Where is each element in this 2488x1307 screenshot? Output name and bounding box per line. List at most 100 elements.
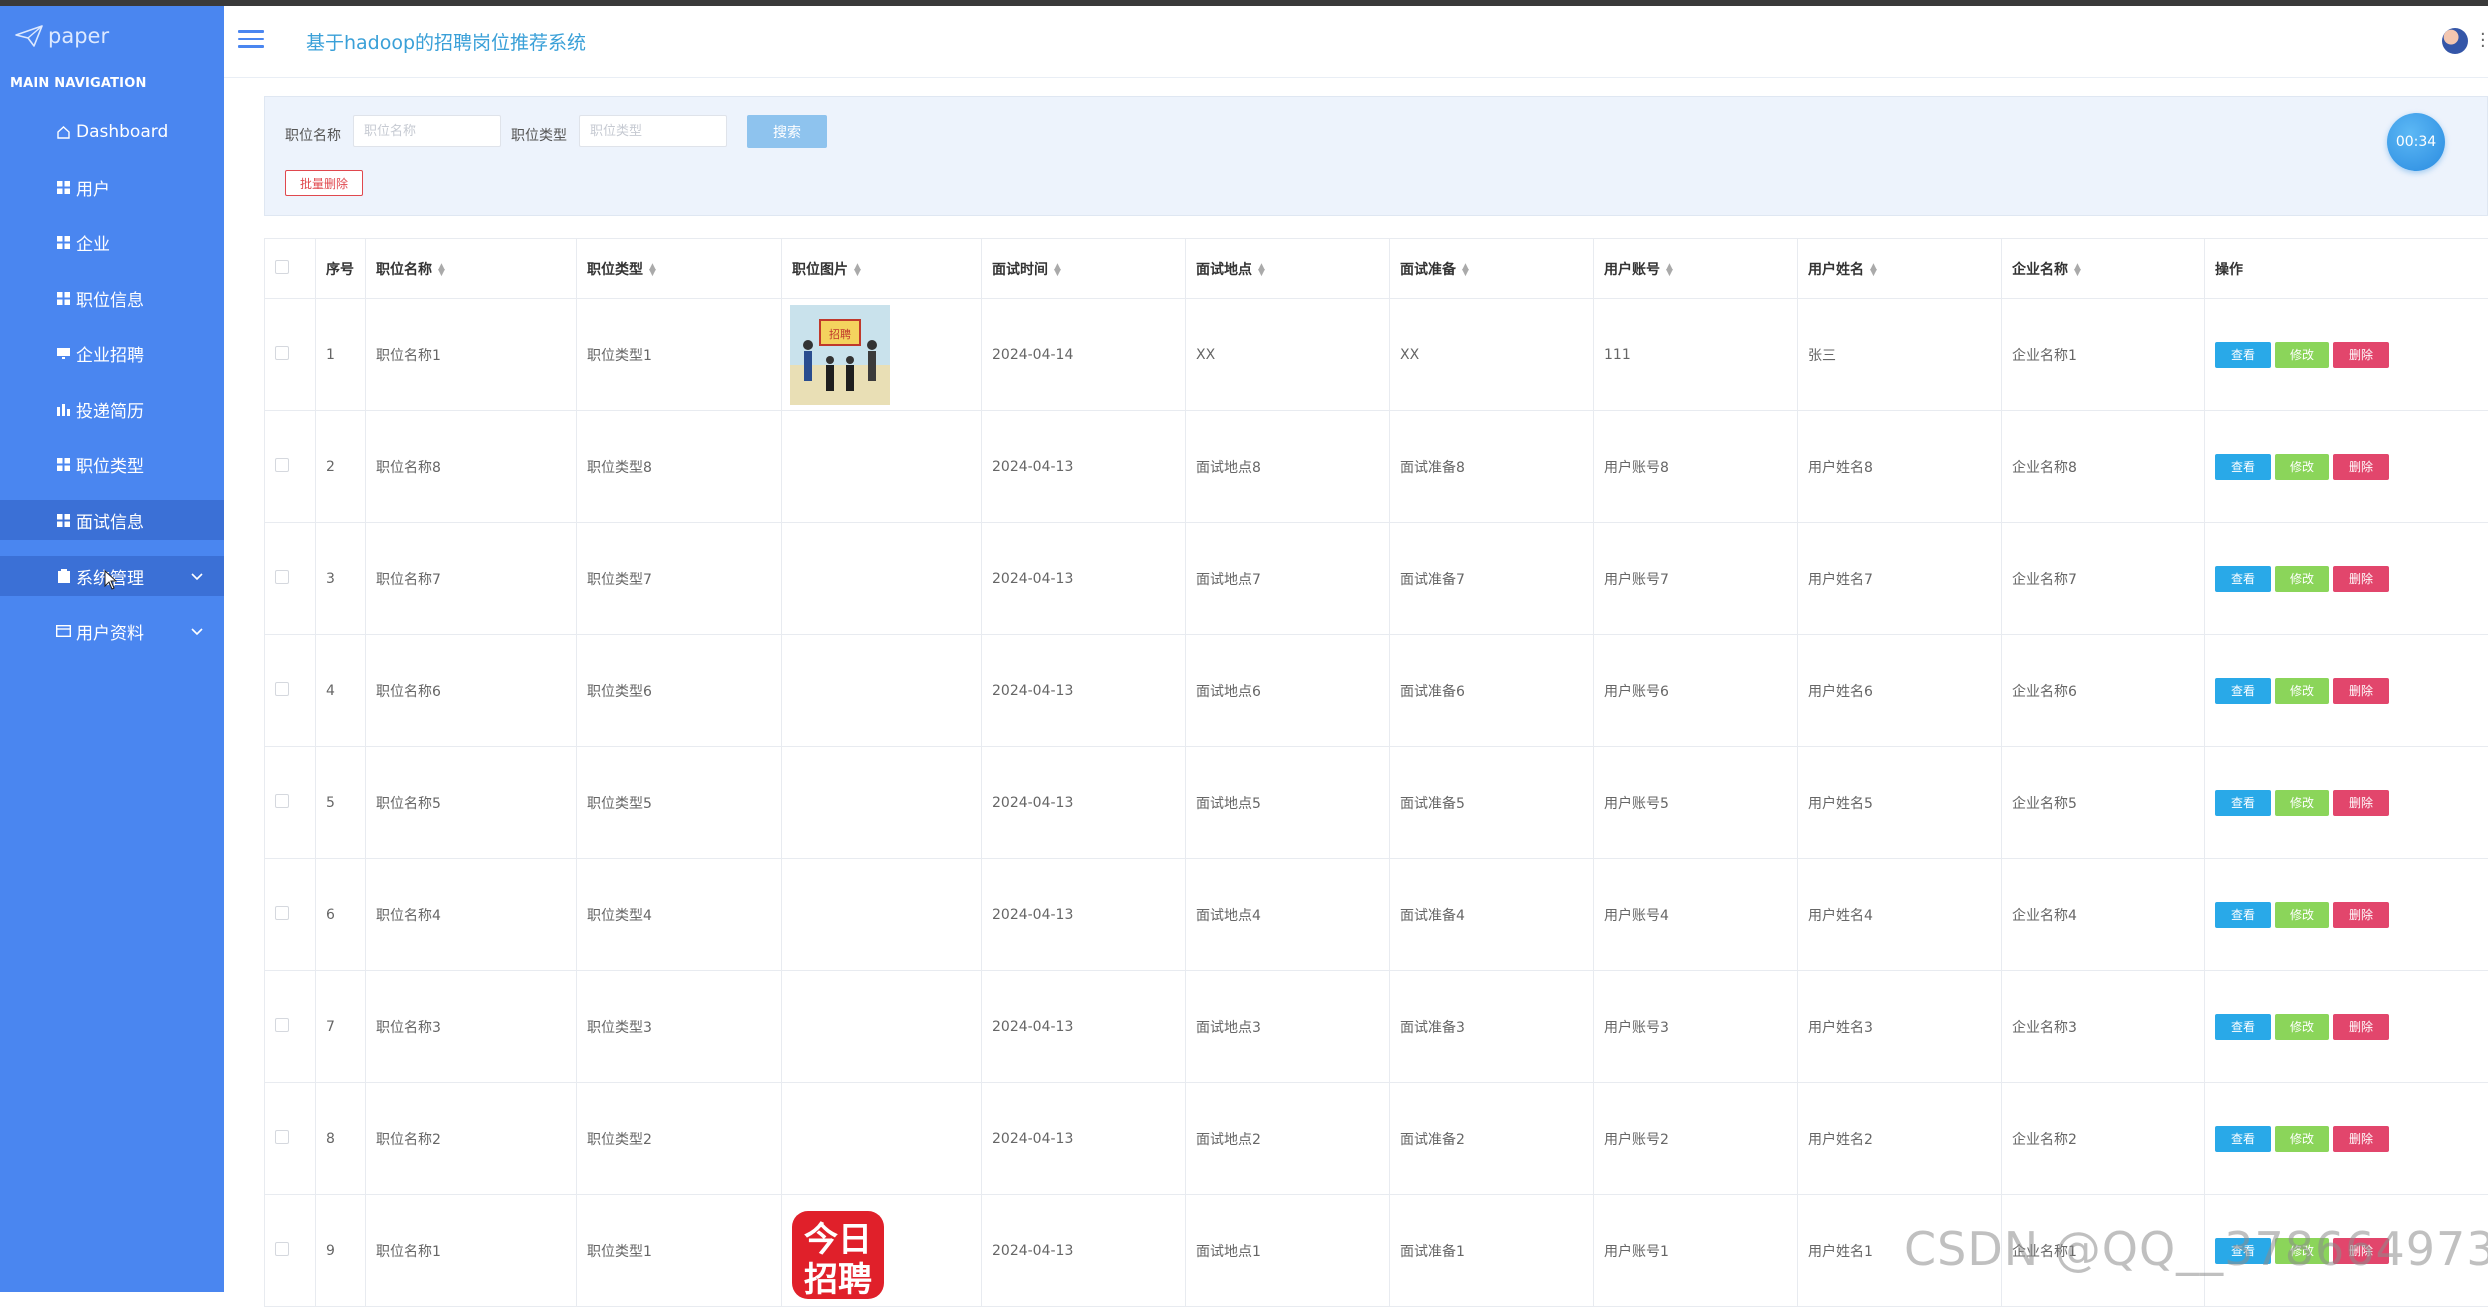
edit-button[interactable]: 修改 — [2275, 454, 2329, 480]
search-button[interactable]: 搜索 — [747, 115, 827, 148]
row-checkbox[interactable] — [275, 458, 289, 472]
edit-button[interactable]: 修改 — [2275, 1126, 2329, 1152]
row-select-cell — [265, 299, 316, 411]
delete-button[interactable]: 删除 — [2333, 1126, 2389, 1152]
edit-button[interactable]: 修改 — [2275, 1014, 2329, 1040]
cell-image: 招聘 — [782, 299, 982, 411]
data-table: 序号 职位名称▲▼ 职位类型▲▼ 职位图片▲▼ 面试时间▲▼ 面试地点▲▼ 面试… — [264, 238, 2488, 1307]
view-button[interactable]: 查看 — [2215, 1126, 2271, 1152]
column-header[interactable]: 用户姓名▲▼ — [1798, 239, 2002, 299]
delete-button[interactable]: 删除 — [2333, 790, 2389, 816]
column-header[interactable]: 职位类型▲▼ — [577, 239, 782, 299]
cell-place: 面试地点6 — [1186, 635, 1390, 747]
batch-delete-button[interactable]: 批量删除 — [285, 170, 363, 196]
view-button[interactable]: 查看 — [2215, 342, 2271, 368]
cell-time: 2024-04-13 — [982, 411, 1186, 523]
edit-button[interactable]: 修改 — [2275, 902, 2329, 928]
edit-button[interactable]: 修改 — [2275, 790, 2329, 816]
main-content: 职位名称 职位类型 搜索 批量删除 00:34 序号 职位名称▲▼ 职位类型▲▼… — [224, 78, 2488, 1292]
chevron-down-icon — [190, 568, 204, 588]
sidebar-item-enterprise-recruit[interactable]: 企业招聘 — [0, 333, 224, 373]
column-header[interactable]: 企业名称▲▼ — [2002, 239, 2205, 299]
view-button[interactable]: 查看 — [2215, 454, 2271, 480]
column-header[interactable]: 面试时间▲▼ — [982, 239, 1186, 299]
job-type-input[interactable] — [579, 115, 727, 147]
cell-type: 职位类型4 — [577, 859, 782, 971]
edit-button[interactable]: 修改 — [2275, 566, 2329, 592]
mouse-cursor-icon — [104, 570, 118, 590]
sidebar: paper MAIN NAVIGATION Dashboard 用户 企业 职位… — [0, 6, 224, 1292]
column-header[interactable]: 职位图片▲▼ — [782, 239, 982, 299]
view-button[interactable]: 查看 — [2215, 790, 2271, 816]
delete-button[interactable]: 删除 — [2333, 902, 2389, 928]
cell-place: 面试地点5 — [1186, 747, 1390, 859]
view-button[interactable]: 查看 — [2215, 678, 2271, 704]
sort-icon: ▲▼ — [438, 264, 445, 276]
recruit-image: 招聘 — [790, 305, 890, 405]
row-checkbox[interactable] — [275, 906, 289, 920]
cell-type: 职位类型2 — [577, 1083, 782, 1195]
logo[interactable]: paper — [14, 24, 109, 48]
cell-uname: 用户姓名4 — [1798, 859, 2002, 971]
more-icon[interactable]: ··· — [2480, 32, 2486, 50]
cell-image: 今日 招聘 — [782, 1195, 982, 1307]
sidebar-item-enterprise[interactable]: 企业 — [0, 222, 224, 262]
cell-no: 5 — [316, 747, 366, 859]
sidebar-item-job-info[interactable]: 职位信息 — [0, 278, 224, 318]
table-row: 4职位名称6职位类型62024-04-13面试地点6面试准备6用户账号6用户姓名… — [265, 635, 2488, 747]
row-checkbox[interactable] — [275, 570, 289, 584]
cell-name: 职位名称4 — [366, 859, 577, 971]
row-checkbox[interactable] — [275, 1130, 289, 1144]
cell-uname: 用户姓名6 — [1798, 635, 2002, 747]
sidebar-item-interview[interactable]: 面试信息 — [0, 500, 224, 540]
cell-no: 6 — [316, 859, 366, 971]
column-header[interactable]: 面试准备▲▼ — [1390, 239, 1594, 299]
column-header[interactable]: 面试地点▲▼ — [1186, 239, 1390, 299]
row-checkbox[interactable] — [275, 794, 289, 808]
column-header[interactable]: 职位名称▲▼ — [366, 239, 577, 299]
sort-icon: ▲▼ — [1462, 264, 1469, 276]
cell-name: 职位名称3 — [366, 971, 577, 1083]
delete-button[interactable]: 删除 — [2333, 454, 2389, 480]
actions-cell: 查看修改删除 — [2205, 523, 2488, 635]
sidebar-item-label: 职位信息 — [76, 286, 144, 311]
sidebar-item-label: 职位类型 — [76, 452, 144, 477]
delete-button[interactable]: 删除 — [2333, 1014, 2389, 1040]
view-button[interactable]: 查看 — [2215, 566, 2271, 592]
cell-company: 企业名称7 — [2002, 523, 2205, 635]
delete-button[interactable]: 删除 — [2333, 566, 2389, 592]
sidebar-item-resume[interactable]: 投递简历 — [0, 389, 224, 429]
edit-button[interactable]: 修改 — [2275, 342, 2329, 368]
column-header[interactable]: 用户账号▲▼ — [1594, 239, 1798, 299]
row-checkbox[interactable] — [275, 682, 289, 696]
delete-button[interactable]: 删除 — [2333, 342, 2389, 368]
view-button[interactable]: 查看 — [2215, 902, 2271, 928]
cell-time: 2024-04-13 — [982, 1083, 1186, 1195]
row-checkbox[interactable] — [275, 1018, 289, 1032]
sidebar-item-user-profile[interactable]: 用户资料 — [0, 611, 224, 651]
row-checkbox[interactable] — [275, 346, 289, 360]
table-row: 6职位名称4职位类型42024-04-13面试地点4面试准备4用户账号4用户姓名… — [265, 859, 2488, 971]
sidebar-item-job-type[interactable]: 职位类型 — [0, 444, 224, 484]
cell-image — [782, 523, 982, 635]
view-button[interactable]: 查看 — [2215, 1014, 2271, 1040]
row-checkbox[interactable] — [275, 1242, 289, 1256]
edit-button[interactable]: 修改 — [2275, 678, 2329, 704]
sidebar-item-users[interactable]: 用户 — [0, 167, 224, 207]
cell-image — [782, 635, 982, 747]
actions-cell: 查看修改删除 — [2205, 635, 2488, 747]
row-select-cell — [265, 1195, 316, 1307]
avatar[interactable] — [2442, 28, 2468, 54]
delete-button[interactable]: 删除 — [2333, 678, 2389, 704]
cell-no: 2 — [316, 411, 366, 523]
header: 基于hadoop的招聘岗位推荐系统 ··· — [224, 6, 2488, 78]
row-select-cell — [265, 747, 316, 859]
paper-plane-icon — [14, 24, 44, 48]
job-name-input[interactable] — [353, 115, 501, 147]
cell-time: 2024-04-13 — [982, 971, 1186, 1083]
select-all-checkbox[interactable] — [275, 260, 289, 274]
cell-name: 职位名称7 — [366, 523, 577, 635]
cell-company: 企业名称2 — [2002, 1083, 2205, 1195]
menu-toggle-icon[interactable] — [238, 30, 264, 50]
sidebar-item-dashboard[interactable]: Dashboard — [0, 112, 224, 152]
